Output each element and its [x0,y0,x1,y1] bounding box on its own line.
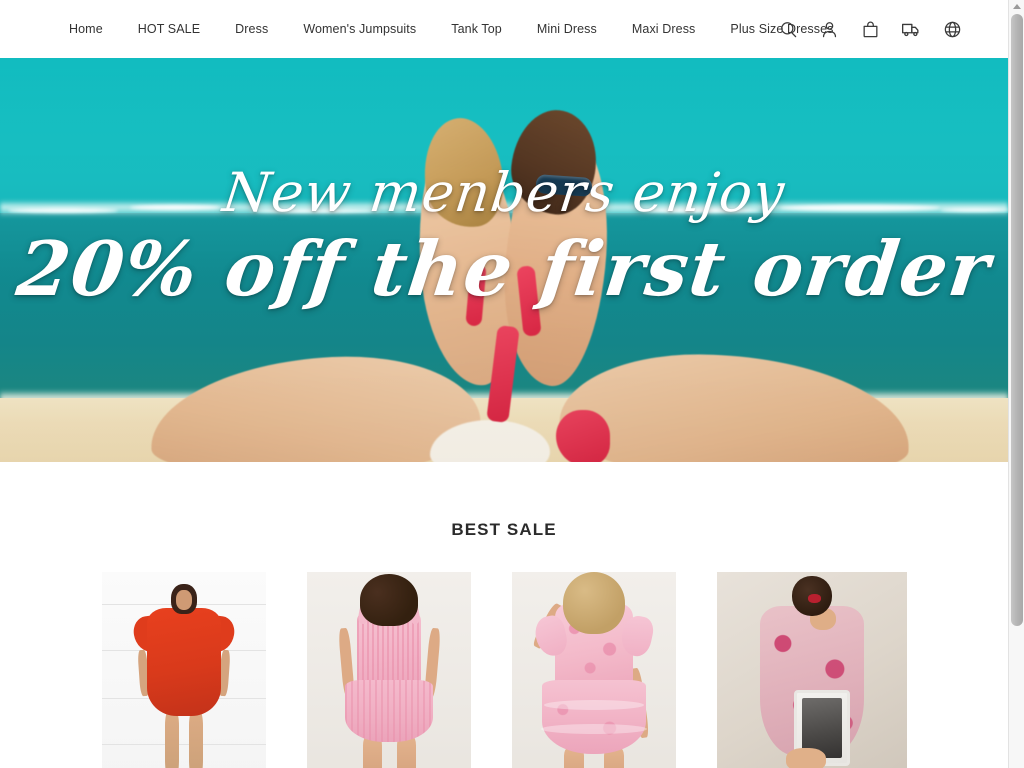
wave-streak [940,208,1008,212]
search-icon[interactable] [778,19,798,39]
ruffle-tier [543,700,644,710]
product-card-pink-smocked-ruffle-mini-dress[interactable] [306,572,471,768]
ruffle-tier [540,724,647,734]
dress-body [146,608,221,716]
scroll-up-arrow-icon[interactable] [1009,0,1024,12]
product-image [101,572,266,768]
model-leg [164,712,179,768]
dress-ruffle-skirt [344,680,433,742]
product-image [511,572,676,768]
model-hair [562,572,625,634]
nav-item-womens-jumpsuits[interactable]: Women's Jumpsuits [303,23,433,36]
model-leg [188,712,203,768]
browser-viewport: Home HOT SALE Dress Women's Jumpsuits Ta… [0,0,1024,768]
wave-streak [780,205,940,211]
vertical-scrollbar[interactable] [1008,0,1024,768]
nav-item-maxi-dress[interactable]: Maxi Dress [632,23,713,36]
product-image [716,572,907,768]
main-content: BEST SALE [0,462,1008,768]
model-hand [785,748,826,768]
nav-item-dress[interactable]: Dress [235,23,285,36]
model-lips [807,594,821,603]
hero-banner[interactable]: New menbers enjoy 20% off the first orde… [0,58,1008,462]
page-title: BEST SALE [451,520,557,539]
page-content: Home HOT SALE Dress Women's Jumpsuits Ta… [0,0,1008,768]
header-icon-group [778,19,962,39]
hero-sky [0,58,1008,208]
product-card-pink-floral-off-shoulder-dress[interactable] [716,572,907,768]
panel-line [101,744,266,745]
wave-streak [250,209,380,213]
product-card-red-shift-dress[interactable] [101,572,266,768]
shipping-truck-icon[interactable] [901,19,921,39]
hero-model-swimwear-red [556,410,610,462]
main-navigation: Home HOT SALE Dress Women's Jumpsuits Ta… [69,23,851,36]
scrollbar-thumb[interactable] [1011,14,1023,626]
product-card-pink-floral-ruffle-dress[interactable] [511,572,676,768]
model-hair [359,574,418,626]
product-grid [0,572,1008,768]
shopping-bag-icon[interactable] [860,19,880,39]
chevron-up-icon [1013,3,1021,9]
nav-item-hot-sale[interactable]: HOT SALE [138,23,217,36]
wave-streak [130,205,220,210]
model-face [175,590,192,610]
wave-streak [8,208,118,213]
nav-item-home[interactable]: Home [69,23,120,36]
site-header: Home HOT SALE Dress Women's Jumpsuits Ta… [0,0,1008,58]
hero-model-sunglasses [535,174,593,197]
language-globe-icon[interactable] [942,19,962,39]
product-image [306,572,471,768]
dress-ruffle-skirt [541,680,646,754]
nav-item-tank-top[interactable]: Tank Top [451,23,519,36]
account-icon[interactable] [819,19,839,39]
nav-item-mini-dress[interactable]: Mini Dress [537,23,614,36]
wave-streak [640,208,760,213]
